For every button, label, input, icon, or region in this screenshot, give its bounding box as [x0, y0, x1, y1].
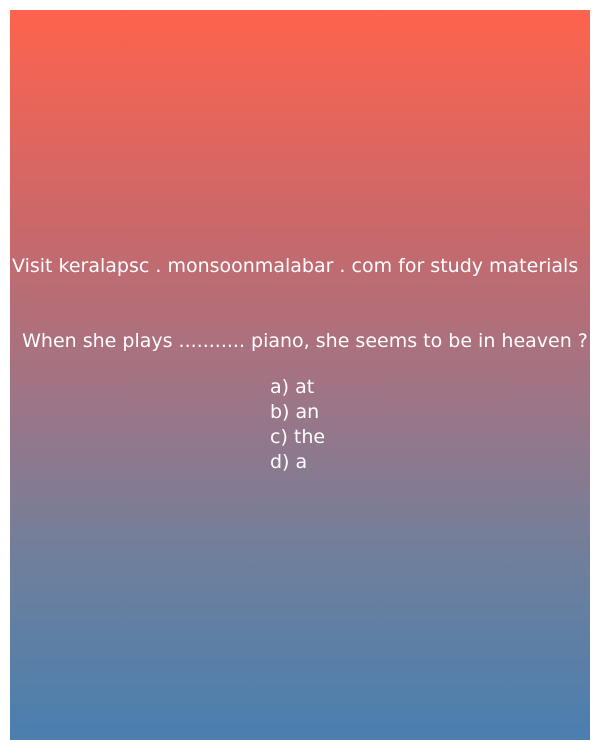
promo-text: Visit keralapsc . monsoonmalabar . com f…	[12, 255, 579, 277]
option-b: b) an	[270, 401, 320, 423]
option-c: c) the	[270, 426, 326, 448]
question-block: When she plays ........... piano, she se…	[10, 329, 590, 354]
question-card: Visit keralapsc . monsoonmalabar . com f…	[10, 10, 590, 740]
question-text: When she plays ........... piano, she se…	[22, 330, 588, 352]
answer-options: a) at b) an c) the d) a	[270, 375, 325, 475]
option-a: a) at	[270, 376, 315, 398]
option-d: d) a	[270, 451, 308, 473]
